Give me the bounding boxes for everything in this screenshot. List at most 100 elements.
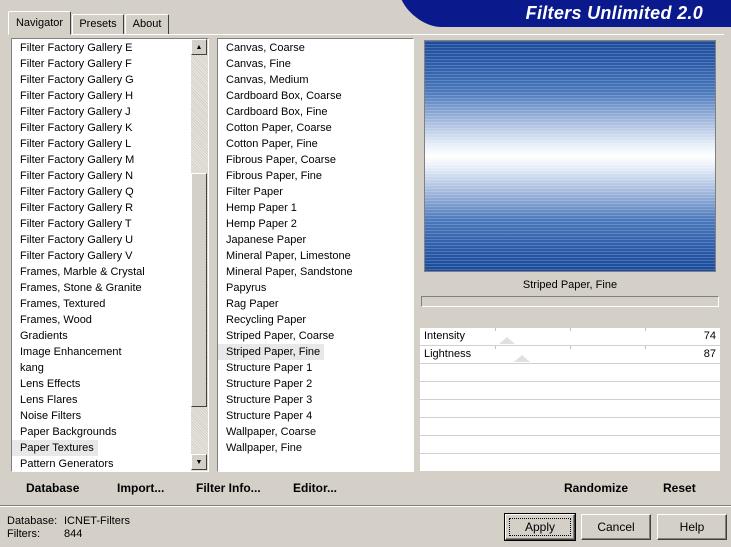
list-item[interactable]: Filter Factory Gallery Q [12,184,208,200]
list-item[interactable]: Filter Factory Gallery J [12,104,208,120]
intensity-thumb[interactable] [499,337,515,344]
list-item[interactable]: Mineral Paper, Limestone [218,248,413,264]
list-item-label: kang [20,362,44,374]
list-item-label: Rag Paper [226,298,279,310]
list-item[interactable]: Fibrous Paper, Fine [218,168,413,184]
list-item-label: Noise Filters [20,410,82,422]
list-item[interactable]: Cotton Paper, Coarse [218,120,413,136]
list-item[interactable]: Hemp Paper 2 [218,216,413,232]
tab-navigator[interactable]: Navigator [8,11,71,35]
list-item-label: Papyrus [226,282,267,294]
list-item[interactable]: Wallpaper, Coarse [218,424,413,440]
filter-list[interactable]: Canvas, Coarse Canvas, Fine Canvas, Medium… [217,38,414,472]
list-item[interactable]: Filter Factory Gallery U [12,232,208,248]
list-item-label: Filter Factory Gallery M [20,154,135,166]
cancel-label: Cancel [597,520,635,534]
list-item[interactable]: Japanese Paper [218,232,413,248]
reset-label: Reset [663,481,696,495]
list-item-label: Frames, Textured [20,298,106,310]
list-item[interactable]: kang [12,360,208,376]
help-button[interactable]: Help [657,514,727,540]
list-item[interactable]: Cardboard Box, Fine [218,104,413,120]
list-item[interactable]: Wallpaper, Fine [218,440,413,456]
progress-bar [421,296,719,307]
cancel-button[interactable]: Cancel [581,514,651,540]
list-item[interactable]: Noise Filters [12,408,208,424]
randomize-button[interactable]: Randomize [564,480,628,496]
apply-button[interactable]: Apply [504,513,576,541]
list-item[interactable]: Frames, Textured [12,296,208,312]
scroll-thumb[interactable] [191,173,207,407]
list-item[interactable]: Cardboard Box, Coarse [218,88,413,104]
list-item[interactable]: Paper Backgrounds [12,424,208,440]
list-item[interactable]: Canvas, Medium [218,72,413,88]
status-filters: Filters: 844 [7,528,82,540]
list-item[interactable]: Gradients [12,328,208,344]
list-item[interactable]: Lens Flares [12,392,208,408]
list-item[interactable]: Striped Paper, Fine [218,344,413,360]
tab-about[interactable]: About [125,14,169,34]
list-item-label: Frames, Stone & Granite [20,282,142,294]
filter-info-button[interactable]: Filter Info... [196,480,261,496]
list-item[interactable]: Filter Factory Gallery V [12,248,208,264]
editor-button[interactable]: Editor... [293,480,337,496]
list-item[interactable]: Structure Paper 2 [218,376,413,392]
list-item-label: Canvas, Coarse [226,42,305,54]
list-item-label: Japanese Paper [226,234,307,246]
list-item[interactable]: Canvas, Fine [218,56,413,72]
list-item[interactable]: Fibrous Paper, Coarse [218,152,413,168]
import-button[interactable]: Import... [117,480,164,496]
import-label: Import... [117,481,165,495]
category-list[interactable]: Filter Factory Gallery E Filter Factory G… [11,38,209,472]
list-item-label: Canvas, Medium [226,74,309,86]
list-item[interactable]: Pattern Generators [12,456,208,471]
list-item-label: Cardboard Box, Coarse [226,90,342,102]
list-item[interactable]: Filter Factory Gallery N [12,168,208,184]
list-item[interactable]: Filter Paper [218,184,413,200]
list-item[interactable]: Structure Paper 3 [218,392,413,408]
list-item[interactable]: Mineral Paper, Sandstone [218,264,413,280]
list-item[interactable]: Structure Paper 1 [218,360,413,376]
list-item[interactable]: Cotton Paper, Fine [218,136,413,152]
list-item[interactable]: Filter Factory Gallery T [12,216,208,232]
list-item-label: Cotton Paper, Coarse [226,122,332,134]
list-item[interactable]: Hemp Paper 1 [218,200,413,216]
list-item[interactable]: Structure Paper 4 [218,408,413,424]
scroll-down-button[interactable]: ▼ [191,454,207,470]
list-item[interactable]: Filter Factory Gallery G [12,72,208,88]
category-scrollbar[interactable]: ▲ ▼ [191,39,208,471]
scroll-up-button[interactable]: ▲ [191,39,207,55]
randomize-label: Randomize [564,481,629,495]
list-item[interactable]: Filter Factory Gallery F [12,56,208,72]
tab-presets[interactable]: Presets [72,14,124,34]
list-item-label: Filter Factory Gallery T [20,218,132,230]
list-item-label: Filter Factory Gallery J [20,106,131,118]
list-item[interactable]: Paper Textures [12,440,208,456]
list-item[interactable]: Rag Paper [218,296,413,312]
list-item[interactable]: Filter Factory Gallery E [12,40,208,56]
database-button[interactable]: Database [26,480,79,496]
list-item[interactable]: Filter Factory Gallery L [12,136,208,152]
list-item[interactable]: Image Enhancement [12,344,208,360]
lightness-thumb[interactable] [514,355,530,362]
list-item-label: Filter Factory Gallery G [20,74,134,86]
list-item-label: Structure Paper 1 [226,362,313,374]
list-item[interactable]: Frames, Stone & Granite [12,280,208,296]
reset-button[interactable]: Reset [663,480,696,496]
list-item[interactable]: Papyrus [218,280,413,296]
list-item-label: Striped Paper, Coarse [226,330,335,342]
list-item[interactable]: Filter Factory Gallery M [12,152,208,168]
list-item-label: Recycling Paper [226,314,307,326]
list-item[interactable]: Canvas, Coarse [218,40,413,56]
intensity-value: 74 [703,330,716,342]
list-item[interactable]: Lens Effects [12,376,208,392]
lightness-label: Lightness [424,348,472,360]
list-item-label: Canvas, Fine [226,58,291,70]
list-item[interactable]: Frames, Wood [12,312,208,328]
list-item[interactable]: Filter Factory Gallery H [12,88,208,104]
list-item[interactable]: Filter Factory Gallery K [12,120,208,136]
list-item[interactable]: Recycling Paper [218,312,413,328]
list-item[interactable]: Striped Paper, Coarse [218,328,413,344]
list-item[interactable]: Frames, Marble & Crystal [12,264,208,280]
list-item[interactable]: Filter Factory Gallery R [12,200,208,216]
